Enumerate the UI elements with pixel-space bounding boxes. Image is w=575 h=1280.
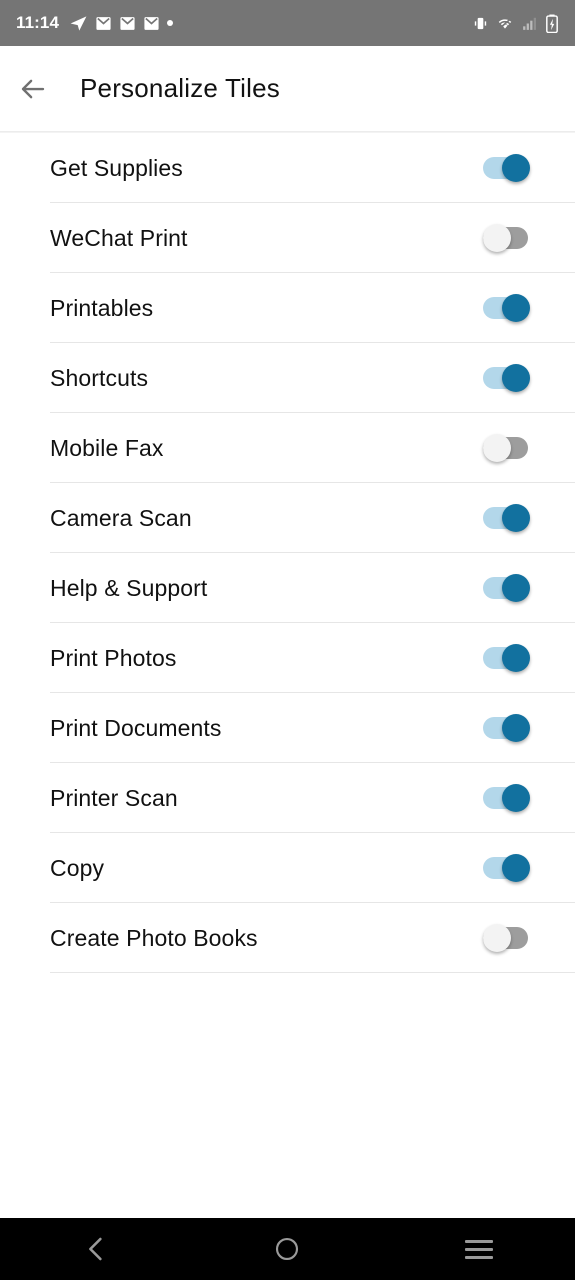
tile-label: Help & Support — [50, 574, 208, 601]
mail-icon — [144, 16, 159, 30]
battery-charging-icon — [546, 14, 558, 33]
tile-row[interactable]: Print Documents — [0, 693, 575, 763]
tile-toggle-switch[interactable] — [483, 154, 530, 182]
status-bar-left: 11:14 — [16, 13, 472, 33]
switch-thumb — [483, 924, 511, 952]
tile-label: Mobile Fax — [50, 434, 164, 461]
chevron-left-icon — [88, 1237, 102, 1261]
switch-thumb — [502, 714, 530, 742]
switch-thumb — [502, 294, 530, 322]
system-navigation-bar — [0, 1218, 575, 1280]
tile-row[interactable]: Get Supplies — [0, 133, 575, 203]
tile-toggle-switch[interactable] — [483, 854, 530, 882]
tile-toggle-switch[interactable] — [483, 434, 530, 462]
circle-icon — [276, 1237, 299, 1261]
switch-thumb — [483, 224, 511, 252]
tile-row[interactable]: Printer Scan — [0, 763, 575, 833]
switch-thumb — [502, 364, 530, 392]
nav-recents-button[interactable] — [431, 1218, 527, 1280]
tile-toggle-switch[interactable] — [483, 224, 530, 252]
tile-toggle-switch[interactable] — [483, 504, 530, 532]
tile-row[interactable]: Copy — [0, 833, 575, 903]
tile-label: Get Supplies — [50, 154, 183, 181]
mail-icon — [96, 16, 111, 30]
tile-label: Create Photo Books — [50, 924, 258, 951]
mail-icon — [120, 16, 135, 30]
tile-label: Printer Scan — [50, 784, 178, 811]
telegram-send-icon — [70, 15, 87, 31]
back-button[interactable] — [2, 58, 64, 120]
tile-row[interactable]: Mobile Fax — [0, 413, 575, 483]
tile-toggle-switch[interactable] — [483, 364, 530, 392]
dot-icon — [167, 20, 174, 26]
switch-thumb — [502, 154, 530, 182]
hamburger-icon — [465, 1239, 494, 1259]
tile-label: Print Documents — [50, 714, 222, 741]
status-bar: 11:14 — [0, 0, 575, 46]
switch-thumb — [502, 574, 530, 602]
tile-label: WeChat Print — [50, 224, 188, 251]
tile-toggle-switch[interactable] — [483, 574, 530, 602]
tile-row[interactable]: Print Photos — [0, 623, 575, 693]
tile-label: Copy — [50, 854, 105, 881]
switch-thumb — [502, 784, 530, 812]
nav-back-button[interactable] — [48, 1218, 144, 1280]
tile-label: Camera Scan — [50, 504, 192, 531]
tile-toggle-switch[interactable] — [483, 294, 530, 322]
tile-row[interactable]: Shortcuts — [0, 343, 575, 413]
tile-toggle-switch[interactable] — [483, 924, 530, 952]
tile-label: Shortcuts — [50, 364, 149, 391]
personalize-tiles-list: Get Supplies WeChat Print Printables Shortc… — [0, 133, 575, 973]
tile-label: Printables — [50, 294, 154, 321]
tile-toggle-switch[interactable] — [483, 714, 530, 742]
wifi-off-icon — [498, 17, 512, 30]
vibrate-icon — [474, 17, 487, 29]
status-bar-clock: 11:14 — [16, 13, 60, 32]
phone-screen: 11:14 Personalize Tiles Get Supplies WeC… — [0, 0, 575, 1280]
signal-bars-icon — [523, 17, 537, 30]
switch-thumb — [502, 504, 530, 532]
row-divider — [50, 972, 575, 973]
tile-row[interactable]: Printables — [0, 273, 575, 343]
status-bar-right — [472, 14, 559, 33]
tile-row[interactable]: Create Photo Books — [0, 903, 575, 973]
nav-home-button[interactable] — [239, 1218, 335, 1280]
tile-row[interactable]: Camera Scan — [0, 483, 575, 553]
switch-thumb — [502, 644, 530, 672]
tile-row[interactable]: WeChat Print — [0, 203, 575, 273]
tile-toggle-switch[interactable] — [483, 644, 530, 672]
tile-label: Print Photos — [50, 644, 177, 671]
tile-toggle-switch[interactable] — [483, 784, 530, 812]
page-title: Personalize Tiles — [80, 73, 280, 103]
app-bar: Personalize Tiles — [0, 46, 575, 131]
switch-thumb — [502, 854, 530, 882]
back-arrow-icon — [21, 79, 45, 98]
switch-thumb — [483, 434, 511, 462]
tile-row[interactable]: Help & Support — [0, 553, 575, 623]
